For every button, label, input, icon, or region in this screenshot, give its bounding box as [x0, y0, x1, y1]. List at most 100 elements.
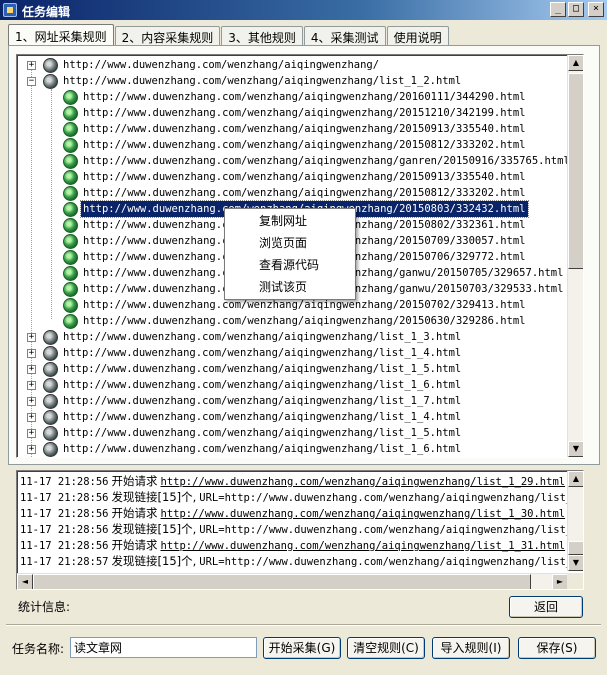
tree-scroll-thumb[interactable]: [568, 73, 583, 269]
globe-icon: [63, 282, 78, 297]
tree-node-url: http://www.duwenzhang.com/wenzhang/aiqin…: [83, 107, 526, 119]
scroll-left-arrow-icon[interactable]: ◄: [17, 574, 33, 589]
tree-node-article[interactable]: http://www.duwenzhang.com/wenzhang/aiqin…: [17, 121, 568, 137]
expand-icon[interactable]: +: [27, 397, 36, 406]
globe-icon: [43, 74, 58, 89]
log-action: 发现链接[15]个,: [111, 554, 197, 568]
globe-icon: [63, 314, 78, 329]
tree-node-url: http://www.duwenzhang.com/wenzhang/aiqin…: [83, 171, 526, 183]
collapse-icon[interactable]: −: [27, 77, 36, 86]
tree-node-list-page[interactable]: + http://www.duwenzhang.com/wenzhang/aiqi…: [17, 409, 568, 425]
task-name-label: 任务名称:: [12, 642, 65, 656]
tree-node-url: http://www.duwenzhang.com/wenzhang/aiqin…: [63, 427, 462, 439]
tree-node-url: http://www.duwenzhang.com/wenzhang/aiqin…: [83, 139, 526, 151]
close-button[interactable]: ×: [588, 2, 604, 17]
tree-node-list-page[interactable]: + http://www.duwenzhang.com/wenzhang/aiqi…: [17, 425, 568, 441]
globe-icon: [63, 138, 78, 153]
log-horizontal-scrollbar[interactable]: ◄ ►: [17, 573, 568, 589]
context-menu-item[interactable]: 测试该页: [259, 277, 307, 297]
log-timestamp: 11-17 21:28:57: [20, 556, 109, 568]
expand-icon[interactable]: +: [27, 413, 36, 422]
expand-icon[interactable]: +: [27, 429, 36, 438]
globe-icon: [43, 330, 58, 345]
tab-2[interactable]: 2、内容采集规则: [114, 26, 221, 45]
log-scroll-up-arrow-icon[interactable]: ▲: [568, 471, 583, 487]
tree-node-list-page[interactable]: + http://www.duwenzhang.com/wenzhang/aiqi…: [17, 329, 568, 345]
globe-icon: [63, 234, 78, 249]
scroll-corner: [567, 573, 583, 589]
log-scroll-thumb[interactable]: [568, 541, 583, 555]
log-link[interactable]: http://www.duwenzhang.com/wenzhang/aiqin…: [161, 508, 566, 520]
back-button[interactable]: 返回: [509, 596, 583, 618]
tree-node-url: http://www.duwenzhang.com/wenzhang/aiqin…: [63, 395, 462, 407]
app-icon: [3, 3, 17, 17]
globe-icon: [63, 154, 78, 169]
log-scroll-down-arrow-icon[interactable]: ▼: [568, 555, 583, 571]
log-link[interactable]: http://www.duwenzhang.com/wenzhang/aiqin…: [161, 540, 566, 552]
save-button[interactable]: 保存(S): [518, 637, 596, 659]
tree-node-article[interactable]: http://www.duwenzhang.com/wenzhang/aiqin…: [17, 89, 568, 105]
log-line: 11-17 21:28:56 开始请求 http://www.duwenzhang.…: [20, 473, 565, 489]
import-rules-button[interactable]: 导入规则(I): [432, 637, 510, 659]
log-text: URL=http://www.duwenzhang.com/wenzhang/a…: [199, 492, 568, 504]
tree-node-url: http://www.duwenzhang.com/wenzhang/aiqin…: [83, 315, 526, 327]
globe-icon: [43, 426, 58, 441]
task-name-input[interactable]: [70, 637, 257, 658]
start-collect-button[interactable]: 开始采集(G): [263, 637, 341, 659]
expand-icon[interactable]: +: [27, 349, 36, 358]
minimize-button[interactable]: _: [550, 2, 566, 17]
log-line: 11-17 21:28:56 发现链接[15]个, URL=http://www.d…: [20, 521, 568, 537]
expand-icon[interactable]: +: [27, 445, 36, 454]
tab-4[interactable]: 4、采集测试: [303, 26, 386, 45]
tree-node-url: http://www.duwenzhang.com/wenzhang/aiqin…: [83, 187, 526, 199]
expand-icon[interactable]: +: [27, 61, 36, 70]
globe-icon: [43, 58, 58, 73]
tree-node-list-page[interactable]: + http://www.duwenzhang.com/wenzhang/aiqi…: [17, 345, 568, 361]
globe-icon: [63, 266, 78, 281]
tree-node-url: http://www.duwenzhang.com/wenzhang/aiqin…: [63, 411, 462, 423]
tree-node-list-page[interactable]: − http://www.duwenzhang.com/wenzhang/aiqi…: [17, 73, 568, 89]
tab-strip: 1、网址采集规则 2、内容采集规则 3、其他规则 4、采集测试 使用说明: [8, 24, 450, 45]
tree-node-list-page[interactable]: + http://www.duwenzhang.com/wenzhang/aiqi…: [17, 361, 568, 377]
tree-node-article[interactable]: http://www.duwenzhang.com/wenzhang/aiqin…: [17, 169, 568, 185]
scroll-down-arrow-icon[interactable]: ▼: [568, 441, 583, 457]
tree-node-url: http://www.duwenzhang.com/wenzhang/aiqin…: [63, 363, 462, 375]
context-menu-item[interactable]: 查看源代码: [259, 255, 319, 275]
tree-node-url: http://www.duwenzhang.com/wenzhang/aiqin…: [83, 155, 568, 167]
tree-node-article[interactable]: http://www.duwenzhang.com/wenzhang/aiqin…: [17, 153, 568, 169]
expand-icon[interactable]: +: [27, 365, 36, 374]
log-hscroll-thumb[interactable]: [33, 574, 531, 589]
title-bar[interactable]: 任务编辑 _ □ ×: [0, 0, 607, 20]
scroll-right-arrow-icon[interactable]: ►: [552, 574, 568, 589]
tab-1[interactable]: 1、网址采集规则: [8, 24, 114, 45]
tree-node-article[interactable]: http://www.duwenzhang.com/wenzhang/aiqin…: [17, 185, 568, 201]
context-menu-item[interactable]: 复制网址: [259, 211, 307, 231]
tree-node-article[interactable]: http://www.duwenzhang.com/wenzhang/aiqin…: [17, 313, 568, 329]
expand-icon[interactable]: +: [27, 381, 36, 390]
tree-node-article[interactable]: http://www.duwenzhang.com/wenzhang/aiqin…: [17, 105, 568, 121]
log-box[interactable]: 11-17 21:28:56 开始请求 http://www.duwenzhang.…: [16, 470, 584, 590]
log-timestamp: 11-17 21:28:56: [20, 540, 109, 552]
context-menu-item[interactable]: 浏览页面: [259, 233, 307, 253]
tree-node-list-page[interactable]: + http://www.duwenzhang.com/wenzhang/aiqi…: [17, 441, 568, 457]
clear-rules-button[interactable]: 清空规则(C): [347, 637, 425, 659]
log-vertical-scrollbar[interactable]: ▲ ▼: [567, 471, 583, 571]
window-controls: _ □ ×: [550, 2, 604, 17]
maximize-button[interactable]: □: [568, 2, 584, 17]
tree-node-list-page[interactable]: + http://www.duwenzhang.com/wenzhang/aiqi…: [17, 393, 568, 409]
tree-node-list-page[interactable]: + http://www.duwenzhang.com/wenzhang/aiqi…: [17, 377, 568, 393]
stats-label: 统计信息:: [18, 600, 71, 614]
tree-vertical-scrollbar[interactable]: ▲ ▼: [567, 55, 583, 457]
log-link[interactable]: http://www.duwenzhang.com/wenzhang/aiqin…: [161, 476, 566, 488]
scroll-up-arrow-icon[interactable]: ▲: [568, 55, 583, 71]
globe-icon: [63, 186, 78, 201]
tree-node-article[interactable]: http://www.duwenzhang.com/wenzhang/aiqin…: [17, 137, 568, 153]
tab-5[interactable]: 使用说明: [386, 26, 449, 45]
log-line: 11-17 21:28:56 开始请求 http://www.duwenzhang.…: [20, 505, 565, 521]
tree-node-url: http://www.duwenzhang.com/wenzhang/aiqin…: [63, 443, 462, 455]
tab-3[interactable]: 3、其他规则: [221, 26, 303, 45]
globe-icon: [63, 106, 78, 121]
expand-icon[interactable]: +: [27, 333, 36, 342]
tree-node-list-page[interactable]: + http://www.duwenzhang.com/wenzhang/aiqi…: [17, 57, 568, 73]
log-text: URL=http://www.duwenzhang.com/wenzhang/a…: [199, 556, 568, 568]
